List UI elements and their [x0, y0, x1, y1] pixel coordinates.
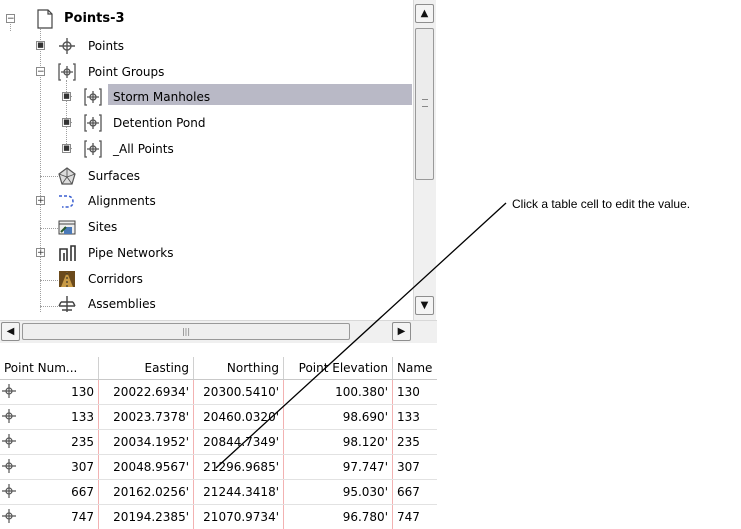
cell-name[interactable]: 307 — [393, 455, 437, 479]
site-icon — [58, 220, 76, 235]
cell-point-elevation[interactable]: 96.780' — [284, 505, 393, 529]
column-header-point-elevation[interactable]: Point Elevation — [284, 357, 393, 379]
pipe-network-icon — [59, 245, 76, 261]
horizontal-scrollbar[interactable]: ◀ ||| ▶ — [0, 320, 437, 343]
cell-easting[interactable]: 20162.0256' — [99, 480, 194, 504]
node-dot-icon[interactable]: ■ — [36, 41, 45, 50]
cell-point-number[interactable]: 307 — [0, 455, 99, 479]
tree-item-label: Points-3 — [64, 11, 125, 26]
cell-point-number[interactable]: 235 — [0, 430, 99, 454]
tree-item-label: Detention Pond — [113, 116, 206, 130]
point-group-icon — [84, 114, 102, 132]
cell-name[interactable]: 235 — [393, 430, 437, 454]
callout-text: Click a table cell to edit the value. — [512, 197, 691, 211]
cell-point-elevation[interactable]: 98.690' — [284, 405, 393, 429]
cell-point-number[interactable]: 133 — [0, 405, 99, 429]
node-dot-icon[interactable]: ■ — [62, 144, 71, 153]
tree-item-label: _All Points — [113, 142, 174, 156]
cell-point-elevation[interactable]: 95.030' — [284, 480, 393, 504]
cell-northing[interactable]: 20460.0320' — [194, 405, 284, 429]
scroll-down-button[interactable]: ▼ — [415, 296, 434, 315]
cell-point-elevation[interactable]: 98.120' — [284, 430, 393, 454]
cell-point-number[interactable]: 667 — [0, 480, 99, 504]
cell-northing[interactable]: 21070.9734' — [194, 505, 284, 529]
column-header-northing[interactable]: Northing — [194, 357, 284, 379]
tree-item-label: Storm Manholes — [113, 90, 211, 104]
table-row[interactable]: 307 20048.9567' 21296.9685' 97.747' 307 — [0, 455, 437, 480]
cell-easting[interactable]: 20194.2385' — [99, 505, 194, 529]
tree-item-label: Sites — [88, 220, 118, 234]
cell-northing[interactable]: 20300.5410' — [194, 380, 284, 404]
corridor-icon — [59, 271, 75, 287]
expand-icon[interactable]: + — [36, 196, 45, 206]
cell-point-number[interactable]: 130 — [0, 380, 99, 404]
column-header-easting[interactable]: Easting — [99, 357, 194, 379]
cell-northing[interactable]: 21244.3418' — [194, 480, 284, 504]
tree-item-label: Assemblies — [88, 297, 156, 311]
table-row[interactable]: 235 20034.1952' 20844.7349' 98.120' 235 — [0, 430, 437, 455]
cell-easting[interactable]: 20022.6934' — [99, 380, 194, 404]
table-row[interactable]: 130 20022.6934' 20300.5410' 100.380' 130 — [0, 380, 437, 405]
point-group-icon — [84, 88, 102, 106]
cell-northing[interactable]: 20844.7349' — [194, 430, 284, 454]
tree-item-label: Alignments — [88, 194, 156, 208]
cell-easting[interactable]: 20023.7378' — [99, 405, 194, 429]
tree-item-label: Point Groups — [88, 65, 165, 79]
prospector-tree: − Points-3 ■ Points − Point Groups ■ Sto… — [0, 0, 437, 343]
cell-name[interactable]: 667 — [393, 480, 437, 504]
cell-point-number[interactable]: 747 — [0, 505, 99, 529]
table-row[interactable]: 747 20194.2385' 21070.9734' 96.780' 747 — [0, 505, 437, 529]
node-dot-icon[interactable]: ■ — [62, 118, 71, 127]
table-header: Point Num... Easting Northing Point Elev… — [0, 357, 437, 380]
scroll-left-button[interactable]: ◀ — [1, 322, 20, 341]
expand-icon[interactable]: + — [36, 248, 45, 258]
cell-name[interactable]: 133 — [393, 405, 437, 429]
vertical-scroll-thumb[interactable] — [415, 28, 434, 180]
collapse-icon[interactable]: − — [36, 67, 45, 77]
cell-easting[interactable]: 20048.9567' — [99, 455, 194, 479]
drawing-page-icon — [37, 9, 53, 29]
cell-name[interactable]: 747 — [393, 505, 437, 529]
table-row[interactable]: 133 20023.7378' 20460.0320' 98.690' 133 — [0, 405, 437, 430]
tree-item-label: Surfaces — [88, 169, 140, 183]
cell-northing[interactable]: 21296.9685' — [194, 455, 284, 479]
points-table: Point Num... Easting Northing Point Elev… — [0, 357, 437, 529]
cell-easting[interactable]: 20034.1952' — [99, 430, 194, 454]
collapse-icon[interactable]: − — [6, 14, 15, 24]
cell-point-elevation[interactable]: 100.380' — [284, 380, 393, 404]
table-row[interactable]: 667 20162.0256' 21244.3418' 95.030' 667 — [0, 480, 437, 505]
tree-item-label: Corridors — [88, 272, 143, 286]
point-group-icon — [58, 63, 76, 81]
tree-item-label: Points — [88, 39, 125, 53]
alignment-icon — [59, 195, 74, 208]
cell-name[interactable]: 130 — [393, 380, 437, 404]
cell-point-elevation[interactable]: 97.747' — [284, 455, 393, 479]
column-header-point-number[interactable]: Point Num... — [0, 357, 99, 379]
scroll-up-button[interactable]: ▲ — [415, 4, 434, 23]
point-group-icon — [84, 140, 102, 158]
column-header-name[interactable]: Name — [393, 357, 437, 379]
vertical-scrollbar[interactable]: ▲ ▼ — [413, 0, 436, 322]
assembly-icon — [58, 296, 76, 312]
scroll-right-button[interactable]: ▶ — [392, 322, 411, 341]
node-dot-icon[interactable]: ■ — [62, 92, 71, 101]
point-icon — [59, 38, 75, 54]
horizontal-scroll-thumb[interactable]: ||| — [22, 323, 350, 340]
tree-item-label: Pipe Networks — [88, 246, 174, 260]
surface-icon — [58, 167, 76, 185]
